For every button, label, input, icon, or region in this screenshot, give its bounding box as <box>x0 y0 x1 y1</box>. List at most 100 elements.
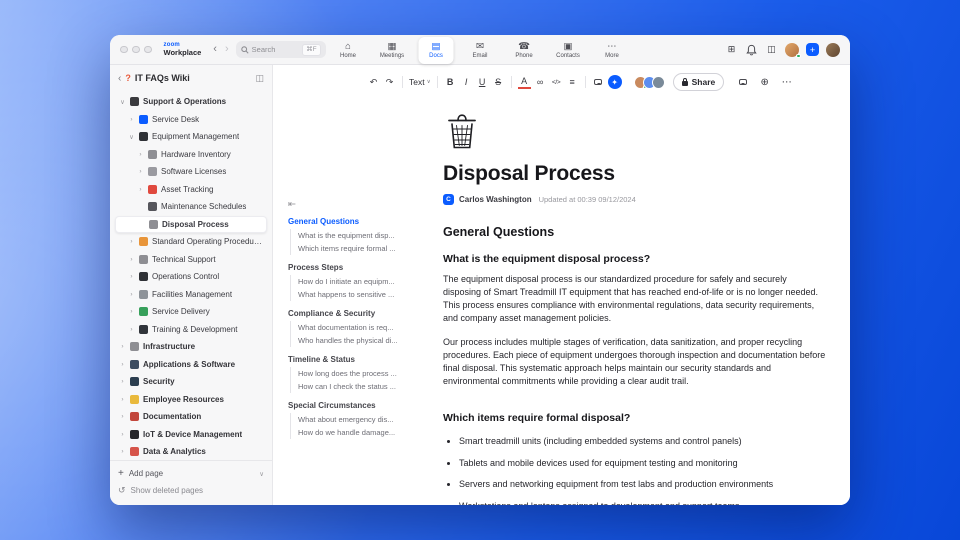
link-button[interactable]: ∞ <box>534 74 547 90</box>
history-back-button[interactable]: ‹ <box>212 44 218 55</box>
outline-section-title[interactable]: Process Steps <box>288 261 410 274</box>
chevron-icon[interactable]: › <box>128 326 135 333</box>
chevron-icon[interactable]: › <box>119 413 126 420</box>
add-page-button[interactable]: + Add page ∨ <box>118 465 264 482</box>
chevron-icon[interactable]: › <box>128 256 135 263</box>
tab-home[interactable]: ⌂ Home <box>331 37 366 64</box>
tab-more[interactable]: ⋯ More <box>595 37 630 64</box>
global-search-input[interactable]: Search ⌘F <box>235 41 326 58</box>
chevron-icon[interactable]: › <box>128 273 135 280</box>
underline-button[interactable]: U <box>476 74 489 90</box>
sidebar-item-iot-device-management[interactable]: › IoT & Device Management <box>115 426 267 444</box>
chevron-icon[interactable]: › <box>128 308 135 315</box>
minimize-window-button[interactable] <box>132 45 140 54</box>
sidebar-item-data-analytics[interactable]: › Data & Analytics <box>115 443 267 460</box>
language-globe-icon[interactable]: ⊕ <box>758 74 771 90</box>
share-button[interactable]: Share <box>672 73 725 91</box>
sidebar-item-documentation[interactable]: › Documentation <box>115 408 267 426</box>
outline-item-how-long-does-the-process[interactable]: How long does the process ... <box>298 367 410 380</box>
chevron-icon[interactable]: › <box>119 343 126 350</box>
chevron-icon[interactable]: › <box>128 291 135 298</box>
profile-avatar[interactable] <box>826 42 840 57</box>
list-button[interactable]: ≡ <box>566 74 579 90</box>
sidebar-item-infrastructure[interactable]: › Infrastructure <box>115 338 267 356</box>
strikethrough-button[interactable]: S <box>492 74 505 90</box>
tab-contacts[interactable]: ▣ Contacts <box>551 37 586 64</box>
outline-item-what-happens-to-sensitive[interactable]: What happens to sensitive ... <box>298 288 410 301</box>
sidebar-item-support-operations[interactable]: ∨ Support & Operations <box>115 93 267 111</box>
chevron-icon[interactable]: › <box>137 151 144 158</box>
side-panel-icon[interactable]: ◫ <box>765 42 778 58</box>
history-forward-button[interactable]: › <box>224 44 230 55</box>
sidebar-item-operations-control[interactable]: › Operations Control <box>115 268 267 286</box>
sidebar-item-equipment-management[interactable]: ∨ Equipment Management <box>115 128 267 146</box>
chevron-icon[interactable]: › <box>119 378 126 385</box>
sidebar-item-applications-software[interactable]: › Applications & Software <box>115 356 267 374</box>
outline-item-who-handles-the-physical-di[interactable]: Who handles the physical di... <box>298 334 410 347</box>
chevron-icon[interactable]: ∨ <box>128 133 135 141</box>
comments-panel-icon[interactable] <box>736 74 749 90</box>
chevron-icon[interactable]: › <box>128 116 135 123</box>
close-window-button[interactable] <box>120 45 128 54</box>
sidebar-item-employee-resources[interactable]: › Employee Resources <box>115 391 267 409</box>
tab-docs[interactable]: ▤ Docs <box>418 37 454 64</box>
tab-phone[interactable]: ☎ Phone <box>507 37 542 64</box>
sidebar-item-service-desk[interactable]: › Service Desk <box>115 111 267 129</box>
add-button[interactable]: + <box>806 43 819 56</box>
outline-section-title[interactable]: Timeline & Status <box>288 353 410 366</box>
text-color-button[interactable]: A <box>517 76 531 89</box>
apps-grid-icon[interactable]: ⊞ <box>725 42 738 58</box>
outline-item-what-documentation-is-req[interactable]: What documentation is req... <box>298 321 410 334</box>
sidebar-item-hardware-inventory[interactable]: › Hardware Inventory <box>115 146 267 164</box>
outline-item-what-is-the-equipment-disp[interactable]: What is the equipment disp... <box>298 229 410 242</box>
italic-button[interactable]: I <box>460 74 473 90</box>
sidebar-item-maintenance-schedules[interactable]: Maintenance Schedules <box>115 198 267 216</box>
sidebar-item-label: Hardware Inventory <box>161 149 231 159</box>
outline-collapse-icon[interactable]: ⇤ <box>288 199 296 210</box>
tab-email[interactable]: ✉ Email <box>463 37 498 64</box>
outline-section-title[interactable]: Special Circumstances <box>288 399 410 412</box>
more-options-icon[interactable]: ⋯ <box>780 74 793 90</box>
sidebar-item-facilities-management[interactable]: › Facilities Management <box>115 286 267 304</box>
outline-item-how-do-we-handle-damage[interactable]: How do we handle damage... <box>298 426 410 439</box>
sidebar-item-technical-support[interactable]: › Technical Support <box>115 251 267 269</box>
outline-item-what-about-emergency-dis[interactable]: What about emergency dis... <box>298 413 410 426</box>
sidebar-item-disposal-process[interactable]: Disposal Process <box>115 215 267 233</box>
sidebar-item-software-licenses[interactable]: › Software Licenses <box>115 163 267 181</box>
sidebar-item-standard-operating-procedures[interactable]: › Standard Operating Procedures <box>115 233 267 251</box>
notifications-bell-icon[interactable] <box>745 42 758 58</box>
sidebar-item-security[interactable]: › Security <box>115 373 267 391</box>
outline-item-which-items-require-formal[interactable]: Which items require formal ... <box>298 242 410 255</box>
document-emoji[interactable] <box>445 111 827 156</box>
chevron-icon[interactable]: › <box>137 186 144 193</box>
outline-section-title[interactable]: Compliance & Security <box>288 307 410 320</box>
chevron-icon[interactable]: › <box>119 431 126 438</box>
chevron-icon[interactable]: ∨ <box>119 98 126 106</box>
bold-button[interactable]: B <box>444 74 457 90</box>
chevron-icon[interactable]: › <box>119 396 126 403</box>
redo-button[interactable]: ↷ <box>383 74 396 90</box>
sidebar-item-service-delivery[interactable]: › Service Delivery <box>115 303 267 321</box>
outline-item-how-do-i-initiate-an-equipm[interactable]: How do I initiate an equipm... <box>298 275 410 288</box>
chevron-icon[interactable]: › <box>128 238 135 245</box>
undo-button[interactable]: ↶ <box>367 74 380 90</box>
sidebar-back-icon[interactable]: ‹ <box>118 73 121 84</box>
sidebar-item-asset-tracking[interactable]: › Asset Tracking <box>115 181 267 199</box>
collaborator-avatar[interactable] <box>651 75 665 89</box>
chevron-icon[interactable]: › <box>119 448 126 455</box>
text-style-dropdown[interactable]: Text ∨ <box>409 74 431 90</box>
tab-meetings[interactable]: ▦ Meetings <box>375 37 410 64</box>
outline-item-how-can-i-check-the-status[interactable]: How can I check the status ... <box>298 380 410 393</box>
user-avatar[interactable] <box>785 42 801 58</box>
ai-companion-button[interactable]: ✦ <box>607 75 622 89</box>
sidebar-collapse-icon[interactable]: ◫ <box>255 73 264 84</box>
comment-button[interactable] <box>592 74 605 90</box>
show-deleted-pages-button[interactable]: ↺ Show deleted pages <box>118 482 264 499</box>
chevron-icon[interactable]: › <box>137 168 144 175</box>
sidebar-item-training-development[interactable]: › Training & Development <box>115 321 267 339</box>
outline-section-title[interactable]: General Questions <box>288 215 410 228</box>
code-button[interactable]: </> <box>550 74 563 90</box>
zoom-window-button[interactable] <box>144 45 152 54</box>
chevron-icon[interactable]: › <box>119 361 126 368</box>
chevron-down-icon[interactable]: ∨ <box>259 470 264 478</box>
